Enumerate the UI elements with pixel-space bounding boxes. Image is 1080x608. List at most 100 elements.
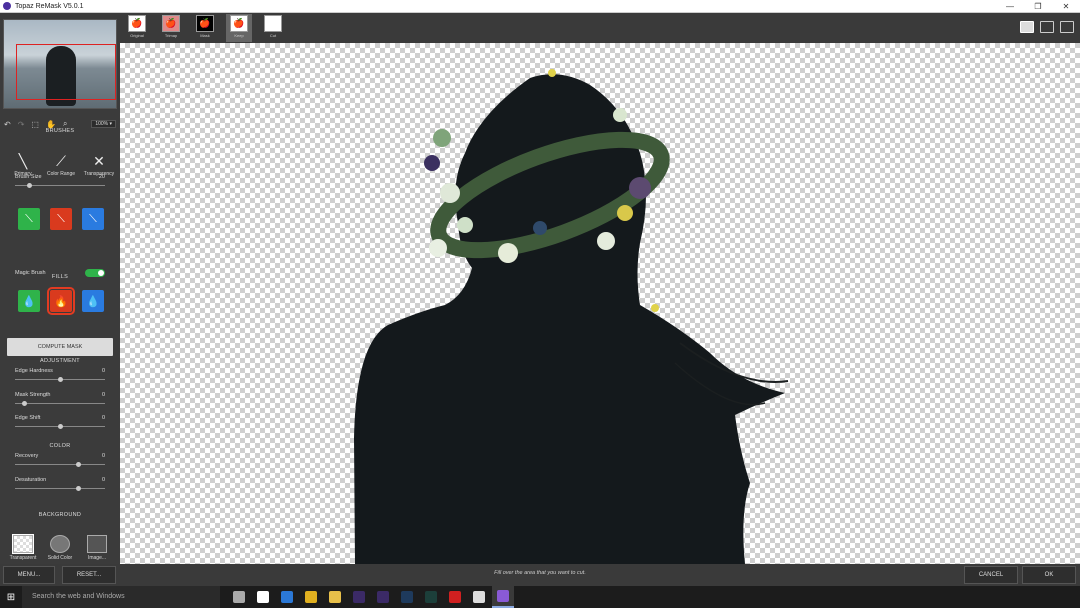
fill-buttons: 💧 🔥 💧 [18, 287, 104, 315]
tab-mask-label: Mask [200, 33, 210, 38]
view-toolbar: 🍎 Original 🍎 Trimap 🍎 Mask 🍎 Keep Cut [120, 13, 1080, 43]
edge-hardness-label: Edge Hardness [15, 368, 53, 374]
edge-shift-value: 0 [101, 415, 105, 421]
keep-fill-button[interactable]: 💧 [18, 290, 40, 312]
desaturation-slider[interactable]: Desaturation 0 [15, 477, 105, 491]
bg-image-button[interactable]: Image... [80, 535, 114, 561]
photoshop-icon[interactable] [396, 586, 418, 608]
store-icon[interactable] [252, 586, 274, 608]
edge-hardness-slider[interactable]: Edge Hardness 0 [15, 368, 105, 382]
desaturation-knob[interactable] [76, 486, 81, 491]
record-icon[interactable] [444, 586, 466, 608]
image-icon [87, 535, 107, 553]
transparency-brush-icon: ✕ [93, 153, 105, 169]
layout-switcher [1020, 21, 1074, 33]
color-range-brush-icon: ⟋ [56, 153, 66, 169]
tab-keep[interactable]: 🍎 Keep [226, 14, 252, 42]
bg-solid-color-label: Solid Color [47, 555, 73, 561]
recovery-slider[interactable]: Recovery 0 [15, 453, 105, 467]
keep-brush-button[interactable]: ⟍ [18, 208, 40, 230]
mask-strength-knob[interactable] [22, 401, 27, 406]
tab-cut[interactable]: Cut [260, 14, 286, 42]
drop-icon: 💧 [22, 295, 36, 308]
desaturation-label: Desaturation [15, 477, 47, 483]
split-view-icon[interactable] [1040, 21, 1054, 33]
edge-hardness-knob[interactable] [58, 377, 63, 382]
action-bar: MENU... RESET... Fill over the area that… [0, 564, 1080, 586]
cut-brush-button[interactable]: ⟍ [50, 208, 72, 230]
edge-hardness-value: 0 [101, 368, 105, 374]
recovery-label: Recovery [15, 453, 39, 459]
trimap-view-icon: 🍎 [162, 15, 180, 32]
menu-button[interactable]: MENU... [3, 566, 55, 584]
edge-icon[interactable] [276, 586, 298, 608]
background-title: BACKGROUND [38, 512, 82, 518]
mask-strength-label: Mask Strength [15, 392, 51, 398]
windows-start-icon[interactable]: ⊞ [0, 586, 22, 608]
brush-size-label: Brush Size [15, 174, 42, 180]
app-logo-icon [3, 2, 11, 10]
cut-brush-icon: ⟍ [57, 212, 65, 225]
taskbar-search-box[interactable]: Search the web and Windows [22, 586, 220, 608]
title-bar: Topaz ReMask V5.0.1 — ❐ ✕ [0, 0, 1080, 13]
bg-transparent-button[interactable]: Transparent [6, 534, 40, 561]
after-effects-icon[interactable] [348, 586, 370, 608]
mask-view-icon: 🍎 [196, 15, 214, 32]
taskbar-apps [228, 586, 516, 608]
minimize-button[interactable]: — [996, 2, 1024, 11]
status-hint: Fill over the area that you want to cut. [494, 570, 586, 576]
tab-mask[interactable]: 🍎 Mask [192, 14, 218, 42]
tab-cut-label: Cut [269, 33, 277, 38]
left-panel: ↶ ↷ ⬚ ✋ ⌕ 100% ▾ BRUSHES ╲ Primary ⟋ Col… [0, 13, 120, 564]
premiere-icon[interactable] [372, 586, 394, 608]
tab-original-label: Original [130, 33, 144, 38]
compute-brush-icon: ⟍ [89, 212, 97, 225]
keep-brush-icon: ⟍ [25, 212, 33, 225]
brush-size-slider[interactable]: Brush Size 20 [15, 174, 105, 188]
masked-subject [354, 69, 789, 564]
edge-shift-label: Edge Shift [15, 415, 41, 421]
visual-studio-icon[interactable] [492, 586, 514, 608]
zoom-select[interactable]: 100% ▾ [91, 120, 116, 128]
tab-trimap[interactable]: 🍎 Trimap [158, 14, 184, 42]
brush-color-buttons: ⟍ ⟍ ⟍ [18, 208, 104, 230]
window-title: Topaz ReMask V5.0.1 [15, 2, 84, 10]
compute-mask-button[interactable]: COMPUTE MASK [7, 338, 113, 356]
edge-shift-slider[interactable]: Edge Shift 0 [15, 415, 105, 429]
chrome-icon[interactable] [300, 586, 322, 608]
bg-solid-color-button[interactable]: Solid Color [43, 535, 77, 561]
navigator-viewbox[interactable] [16, 44, 116, 100]
background-options: Transparent Solid Color Image... [6, 534, 114, 561]
media-encoder-icon[interactable] [420, 586, 442, 608]
quad-view-icon[interactable] [1060, 21, 1074, 33]
tab-original[interactable]: 🍎 Original [124, 14, 150, 42]
task-view-icon[interactable] [228, 586, 250, 608]
image-canvas[interactable] [120, 43, 1080, 564]
explorer-icon[interactable] [324, 586, 346, 608]
cancel-button[interactable]: CANCEL [964, 566, 1018, 584]
bg-image-label: Image... [87, 555, 107, 561]
edge-shift-knob[interactable] [58, 424, 63, 429]
tab-trimap-label: Trimap [164, 33, 178, 38]
mask-strength-slider[interactable]: Mask Strength 0 [15, 392, 105, 406]
color-title: COLOR [49, 443, 71, 449]
reset-button[interactable]: RESET... [62, 566, 116, 584]
keep-view-icon: 🍎 [230, 15, 248, 32]
ok-button[interactable]: OK [1022, 566, 1076, 584]
close-button[interactable]: ✕ [1052, 2, 1080, 11]
mask-strength-value: 0 [101, 392, 105, 398]
photos-icon[interactable] [468, 586, 490, 608]
cut-fill-button[interactable]: 🔥 [47, 287, 75, 315]
primary-brush-icon: ╲ [18, 153, 28, 169]
compute-brush-button[interactable]: ⟍ [82, 208, 104, 230]
brush-size-knob[interactable] [26, 183, 32, 188]
maximize-button[interactable]: ❐ [1024, 2, 1052, 11]
recovery-knob[interactable] [76, 462, 81, 467]
navigator-thumbnail[interactable] [3, 19, 117, 109]
single-view-icon[interactable] [1020, 21, 1034, 33]
window-controls: — ❐ ✕ [996, 2, 1080, 11]
compute-fill-button[interactable]: 💧 [82, 290, 104, 312]
cut-view-icon [264, 15, 282, 32]
checkerboard-icon [12, 534, 34, 554]
adjustment-title: ADJUSTMENT [40, 358, 80, 364]
